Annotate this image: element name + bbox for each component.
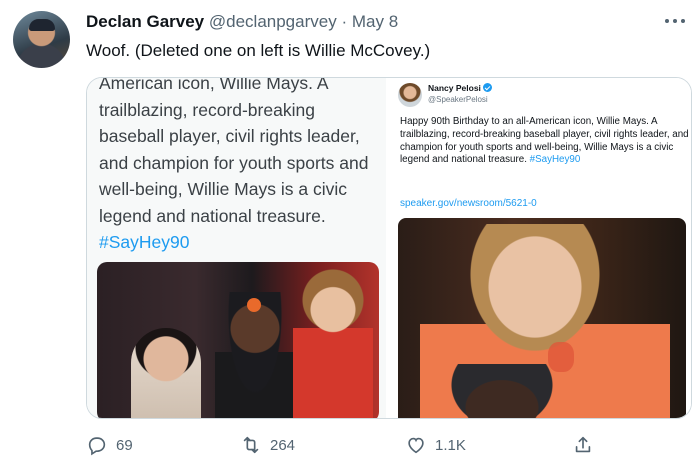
like-button[interactable]: 1.1K (405, 434, 466, 456)
embedded-author-name: Nancy Pelosi (428, 83, 492, 93)
verified-icon (482, 83, 492, 92)
photo-figure-woman (131, 328, 201, 418)
retweet-icon (243, 436, 259, 454)
embedded-avatar (398, 83, 422, 107)
media-right-image[interactable]: Nancy Pelosi @SpeakerPelosi Happy 90th B… (386, 78, 691, 418)
left-text-line: well-being, Willie Mays is a civic (99, 179, 347, 199)
tweet-date[interactable]: May 8 (352, 12, 398, 31)
retweet-count: 264 (270, 436, 296, 454)
embedded-name-text: Nancy Pelosi (428, 83, 481, 93)
left-screenshot-text: American icon, Willie Mays. A trailblazi… (99, 78, 384, 256)
author-handle[interactable]: @declanpgarvey (209, 12, 337, 31)
left-text-line: and champion for youth sports and (99, 152, 369, 173)
left-text-line: baseball player, civil rights leader, (99, 126, 360, 146)
author-name[interactable]: Declan Garvey (86, 12, 204, 31)
photo-figure-man-in-cap (444, 364, 560, 418)
share-button[interactable] (572, 434, 594, 456)
like-count: 1.1K (435, 436, 466, 454)
left-hashtag: #SayHey90 (99, 232, 190, 252)
embedded-tweet-text: Happy 90th Birthday to an all-American i… (400, 116, 690, 167)
reply-button[interactable]: 69 (86, 434, 133, 456)
embedded-photo (398, 218, 686, 418)
author-avatar[interactable] (13, 11, 70, 68)
more-icon[interactable] (664, 14, 686, 28)
avatar-cap (29, 19, 55, 31)
left-screenshot-photo (97, 262, 379, 418)
embedded-link: speaker.gov/newsroom/5621-0 (400, 198, 537, 209)
left-text-line: trailblazing, record-breaking (99, 99, 315, 120)
embedded-tweet-card: Nancy Pelosi @SpeakerPelosi Happy 90th B… (388, 78, 691, 418)
photo-figure-woman-red (293, 268, 373, 418)
embedded-author-handle: @SpeakerPelosi (428, 95, 488, 104)
reply-count: 69 (116, 436, 133, 454)
media-left-image[interactable]: American icon, Willie Mays. A trailblazi… (87, 78, 386, 418)
share-icon (575, 436, 591, 453)
cap-logo (247, 298, 261, 312)
tweet-header: Declan Garvey @declanpgarvey · May 8 (86, 12, 398, 32)
embedded-hashtag: #SayHey90 (529, 154, 581, 166)
heart-icon (408, 437, 424, 454)
retweet-button[interactable]: 264 (240, 434, 295, 456)
tweet-text: Woof. (Deleted one on left is Willie McC… (86, 41, 431, 60)
left-text-line: American icon, Willie Mays. A (99, 78, 329, 93)
tweet-media[interactable]: American icon, Willie Mays. A trailblazi… (86, 77, 692, 419)
separator-dot: · (341, 12, 348, 31)
tweet-actions: 69 264 1.1K (0, 432, 700, 460)
left-text-line: legend and national treasure. (99, 205, 326, 226)
reply-icon (88, 437, 106, 456)
